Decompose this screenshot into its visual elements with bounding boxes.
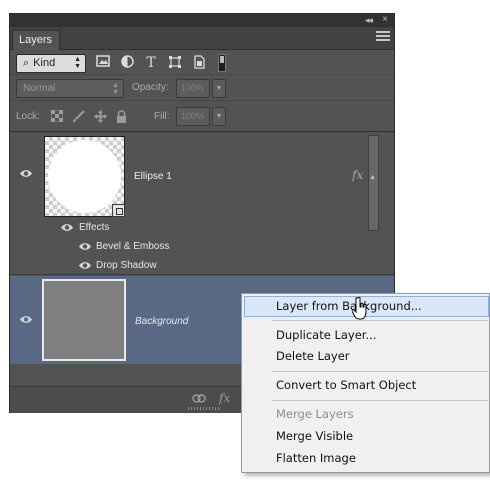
link-layers-icon[interactable] <box>192 394 206 403</box>
opacity-field[interactable]: 100% <box>176 79 210 98</box>
panel-menu-icon[interactable] <box>376 31 390 43</box>
shape-filter-icon[interactable] <box>167 55 183 71</box>
menu-item-merge-visible[interactable]: Merge Visible <box>244 426 489 447</box>
effects-label[interactable]: Effects <box>79 222 109 233</box>
menu-separator <box>272 320 488 321</box>
lock-row: Lock: Fill: 100% ▼ <box>10 102 394 132</box>
fill-field[interactable]: 100% <box>176 107 210 126</box>
filter-row: ⌕ Kind ▲ ▼ T <box>10 51 394 75</box>
stepper-arrows-icon: ▲ ▼ <box>74 56 81 70</box>
menu-separator <box>272 400 488 401</box>
lock-all-icon[interactable] <box>115 110 128 123</box>
filter-kind-label: Kind <box>33 57 56 69</box>
visibility-eye-icon[interactable] <box>60 223 74 232</box>
layer-thumbnail[interactable] <box>44 136 125 217</box>
panel-tab-row: Layers <box>10 27 394 50</box>
layer-row-ellipse[interactable]: Ellipse 1 fx ▲ Effects Bevel & Emboss Dr… <box>10 133 394 275</box>
tab-layers[interactable]: Layers <box>12 30 61 50</box>
visibility-eye-icon[interactable] <box>78 242 92 251</box>
blend-mode-select[interactable]: Normal ▲ ▼ <box>16 79 124 98</box>
effect-drop-shadow[interactable]: Drop Shadow <box>96 260 157 271</box>
menu-item-merge-layers: Merge Layers <box>276 407 354 421</box>
layer-name-background[interactable]: Background <box>135 316 188 327</box>
close-panel-icon[interactable]: × <box>382 14 388 25</box>
opacity-label: Opacity: <box>132 82 169 93</box>
stepper-arrows-icon: ▲ ▼ <box>112 82 119 96</box>
layer-name-ellipse[interactable]: Ellipse 1 <box>134 171 172 182</box>
menu-item-delete-layer[interactable]: Delete Layer <box>244 346 489 367</box>
image-filter-icon[interactable] <box>95 55 111 71</box>
opacity-dropdown-icon[interactable]: ▼ <box>212 79 226 98</box>
filter-kind-select[interactable]: ⌕ Kind ▲ ▼ <box>16 54 86 73</box>
fill-dropdown-icon[interactable]: ▼ <box>212 107 226 126</box>
effect-bevel-emboss[interactable]: Bevel & Emboss <box>96 241 169 252</box>
smart-object-filter-icon[interactable] <box>191 55 207 71</box>
type-filter-icon[interactable]: T <box>143 55 159 71</box>
adjustment-filter-icon[interactable] <box>119 55 135 71</box>
visibility-eye-icon[interactable] <box>78 261 92 270</box>
collapse-panel-icon[interactable]: ◂◂ <box>365 15 373 26</box>
ellipse-shape-thumbnail <box>48 140 121 213</box>
add-layer-style-fx-icon[interactable]: fx <box>219 391 230 405</box>
scrollbar-thumb[interactable] <box>368 135 379 231</box>
pointer-cursor-icon <box>352 297 367 320</box>
shape-layer-badge-icon <box>112 204 125 217</box>
menu-item-duplicate-layer[interactable]: Duplicate Layer... <box>244 325 489 346</box>
blend-mode-value: Normal <box>23 83 56 94</box>
visibility-eye-icon[interactable] <box>19 315 33 324</box>
menu-separator <box>272 371 488 372</box>
visibility-eye-icon[interactable] <box>19 169 33 178</box>
blend-row: Normal ▲ ▼ Opacity: 100% ▼ <box>10 76 394 101</box>
lock-image-pixels-icon[interactable] <box>72 110 85 123</box>
lock-position-icon[interactable] <box>94 110 107 123</box>
panel-titlebar[interactable]: ◂◂ × <box>10 14 394 27</box>
filter-toggle-switch[interactable] <box>218 54 226 72</box>
resize-grip-icon[interactable] <box>188 407 220 410</box>
scroll-up-arrow-icon[interactable]: ▲ <box>369 174 376 181</box>
menu-item-flatten-image[interactable]: Flatten Image <box>244 448 489 469</box>
menu-item-convert-to-smart-object[interactable]: Convert to Smart Object <box>244 375 489 396</box>
fill-label: Fill: <box>154 111 170 122</box>
lock-label: Lock: <box>16 111 40 122</box>
layer-thumbnail[interactable] <box>42 279 126 361</box>
layer-effects-fx-icon[interactable]: fx <box>352 168 363 182</box>
lock-transparent-pixels-icon[interactable] <box>50 109 63 123</box>
search-icon: ⌕ <box>23 57 30 69</box>
